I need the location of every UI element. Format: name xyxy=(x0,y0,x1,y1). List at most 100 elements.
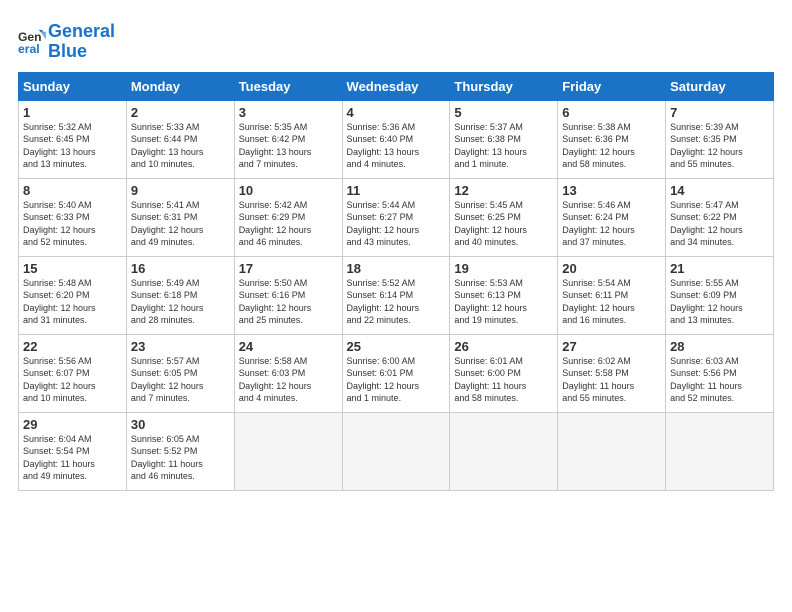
day-number: 24 xyxy=(239,339,338,354)
day-info: Sunrise: 5:42 AMSunset: 6:29 PMDaylight:… xyxy=(239,199,338,249)
day-number: 8 xyxy=(23,183,122,198)
day-info: Sunrise: 5:32 AMSunset: 6:45 PMDaylight:… xyxy=(23,121,122,171)
calendar-weekday-sunday: Sunday xyxy=(19,72,127,100)
day-info: Sunrise: 5:57 AMSunset: 6:05 PMDaylight:… xyxy=(131,355,230,405)
day-info: Sunrise: 5:52 AMSunset: 6:14 PMDaylight:… xyxy=(347,277,446,327)
calendar-week-row: 22Sunrise: 5:56 AMSunset: 6:07 PMDayligh… xyxy=(19,334,774,412)
day-info: Sunrise: 5:45 AMSunset: 6:25 PMDaylight:… xyxy=(454,199,553,249)
calendar-cell: 14Sunrise: 5:47 AMSunset: 6:22 PMDayligh… xyxy=(666,178,774,256)
day-number: 14 xyxy=(670,183,769,198)
day-info: Sunrise: 5:44 AMSunset: 6:27 PMDaylight:… xyxy=(347,199,446,249)
day-info: Sunrise: 5:46 AMSunset: 6:24 PMDaylight:… xyxy=(562,199,661,249)
calendar-cell: 2Sunrise: 5:33 AMSunset: 6:44 PMDaylight… xyxy=(126,100,234,178)
logo-icon: Gen eral xyxy=(18,28,46,56)
calendar-container: Gen eral General Blue SundayMondayTuesda… xyxy=(0,0,792,501)
day-number: 1 xyxy=(23,105,122,120)
day-number: 4 xyxy=(347,105,446,120)
calendar-week-row: 29Sunrise: 6:04 AMSunset: 5:54 PMDayligh… xyxy=(19,412,774,490)
calendar-cell: 25Sunrise: 6:00 AMSunset: 6:01 PMDayligh… xyxy=(342,334,450,412)
day-number: 9 xyxy=(131,183,230,198)
calendar-cell: 5Sunrise: 5:37 AMSunset: 6:38 PMDaylight… xyxy=(450,100,558,178)
calendar-cell xyxy=(558,412,666,490)
day-number: 6 xyxy=(562,105,661,120)
day-number: 25 xyxy=(347,339,446,354)
header-row: Gen eral General Blue xyxy=(18,18,774,62)
logo-text: General Blue xyxy=(48,22,115,62)
day-info: Sunrise: 6:04 AMSunset: 5:54 PMDaylight:… xyxy=(23,433,122,483)
day-info: Sunrise: 5:55 AMSunset: 6:09 PMDaylight:… xyxy=(670,277,769,327)
day-info: Sunrise: 5:58 AMSunset: 6:03 PMDaylight:… xyxy=(239,355,338,405)
day-info: Sunrise: 6:02 AMSunset: 5:58 PMDaylight:… xyxy=(562,355,661,405)
calendar-weekday-tuesday: Tuesday xyxy=(234,72,342,100)
calendar-cell: 17Sunrise: 5:50 AMSunset: 6:16 PMDayligh… xyxy=(234,256,342,334)
calendar-cell: 19Sunrise: 5:53 AMSunset: 6:13 PMDayligh… xyxy=(450,256,558,334)
day-info: Sunrise: 5:49 AMSunset: 6:18 PMDaylight:… xyxy=(131,277,230,327)
day-number: 26 xyxy=(454,339,553,354)
calendar-cell: 16Sunrise: 5:49 AMSunset: 6:18 PMDayligh… xyxy=(126,256,234,334)
calendar-cell xyxy=(666,412,774,490)
day-number: 10 xyxy=(239,183,338,198)
day-info: Sunrise: 5:41 AMSunset: 6:31 PMDaylight:… xyxy=(131,199,230,249)
day-number: 15 xyxy=(23,261,122,276)
calendar-cell: 23Sunrise: 5:57 AMSunset: 6:05 PMDayligh… xyxy=(126,334,234,412)
day-info: Sunrise: 5:39 AMSunset: 6:35 PMDaylight:… xyxy=(670,121,769,171)
day-number: 17 xyxy=(239,261,338,276)
calendar-cell: 4Sunrise: 5:36 AMSunset: 6:40 PMDaylight… xyxy=(342,100,450,178)
calendar-cell: 1Sunrise: 5:32 AMSunset: 6:45 PMDaylight… xyxy=(19,100,127,178)
calendar-week-row: 15Sunrise: 5:48 AMSunset: 6:20 PMDayligh… xyxy=(19,256,774,334)
day-number: 2 xyxy=(131,105,230,120)
day-number: 7 xyxy=(670,105,769,120)
calendar-cell: 26Sunrise: 6:01 AMSunset: 6:00 PMDayligh… xyxy=(450,334,558,412)
calendar-weekday-monday: Monday xyxy=(126,72,234,100)
day-number: 23 xyxy=(131,339,230,354)
day-info: Sunrise: 5:48 AMSunset: 6:20 PMDaylight:… xyxy=(23,277,122,327)
day-info: Sunrise: 5:47 AMSunset: 6:22 PMDaylight:… xyxy=(670,199,769,249)
calendar-weekday-friday: Friday xyxy=(558,72,666,100)
day-number: 22 xyxy=(23,339,122,354)
calendar-cell: 28Sunrise: 6:03 AMSunset: 5:56 PMDayligh… xyxy=(666,334,774,412)
day-info: Sunrise: 5:40 AMSunset: 6:33 PMDaylight:… xyxy=(23,199,122,249)
day-number: 27 xyxy=(562,339,661,354)
calendar-table: SundayMondayTuesdayWednesdayThursdayFrid… xyxy=(18,72,774,491)
day-info: Sunrise: 5:54 AMSunset: 6:11 PMDaylight:… xyxy=(562,277,661,327)
calendar-cell: 3Sunrise: 5:35 AMSunset: 6:42 PMDaylight… xyxy=(234,100,342,178)
day-info: Sunrise: 5:37 AMSunset: 6:38 PMDaylight:… xyxy=(454,121,553,171)
day-info: Sunrise: 5:38 AMSunset: 6:36 PMDaylight:… xyxy=(562,121,661,171)
calendar-cell: 10Sunrise: 5:42 AMSunset: 6:29 PMDayligh… xyxy=(234,178,342,256)
calendar-cell xyxy=(450,412,558,490)
calendar-cell: 8Sunrise: 5:40 AMSunset: 6:33 PMDaylight… xyxy=(19,178,127,256)
day-info: Sunrise: 5:53 AMSunset: 6:13 PMDaylight:… xyxy=(454,277,553,327)
day-info: Sunrise: 6:03 AMSunset: 5:56 PMDaylight:… xyxy=(670,355,769,405)
calendar-week-row: 8Sunrise: 5:40 AMSunset: 6:33 PMDaylight… xyxy=(19,178,774,256)
day-info: Sunrise: 5:50 AMSunset: 6:16 PMDaylight:… xyxy=(239,277,338,327)
day-number: 11 xyxy=(347,183,446,198)
day-number: 29 xyxy=(23,417,122,432)
day-info: Sunrise: 5:36 AMSunset: 6:40 PMDaylight:… xyxy=(347,121,446,171)
day-number: 12 xyxy=(454,183,553,198)
calendar-cell: 29Sunrise: 6:04 AMSunset: 5:54 PMDayligh… xyxy=(19,412,127,490)
calendar-cell: 7Sunrise: 5:39 AMSunset: 6:35 PMDaylight… xyxy=(666,100,774,178)
day-number: 20 xyxy=(562,261,661,276)
day-info: Sunrise: 6:05 AMSunset: 5:52 PMDaylight:… xyxy=(131,433,230,483)
calendar-weekday-saturday: Saturday xyxy=(666,72,774,100)
calendar-weekday-thursday: Thursday xyxy=(450,72,558,100)
day-info: Sunrise: 5:35 AMSunset: 6:42 PMDaylight:… xyxy=(239,121,338,171)
calendar-cell: 21Sunrise: 5:55 AMSunset: 6:09 PMDayligh… xyxy=(666,256,774,334)
day-number: 21 xyxy=(670,261,769,276)
day-number: 30 xyxy=(131,417,230,432)
day-number: 19 xyxy=(454,261,553,276)
day-number: 16 xyxy=(131,261,230,276)
calendar-weekday-wednesday: Wednesday xyxy=(342,72,450,100)
day-number: 5 xyxy=(454,105,553,120)
calendar-cell: 13Sunrise: 5:46 AMSunset: 6:24 PMDayligh… xyxy=(558,178,666,256)
day-number: 3 xyxy=(239,105,338,120)
logo: Gen eral General Blue xyxy=(18,22,115,62)
calendar-week-row: 1Sunrise: 5:32 AMSunset: 6:45 PMDaylight… xyxy=(19,100,774,178)
calendar-cell: 18Sunrise: 5:52 AMSunset: 6:14 PMDayligh… xyxy=(342,256,450,334)
calendar-cell xyxy=(234,412,342,490)
calendar-cell: 11Sunrise: 5:44 AMSunset: 6:27 PMDayligh… xyxy=(342,178,450,256)
day-info: Sunrise: 5:56 AMSunset: 6:07 PMDaylight:… xyxy=(23,355,122,405)
day-number: 18 xyxy=(347,261,446,276)
day-number: 13 xyxy=(562,183,661,198)
calendar-cell: 20Sunrise: 5:54 AMSunset: 6:11 PMDayligh… xyxy=(558,256,666,334)
